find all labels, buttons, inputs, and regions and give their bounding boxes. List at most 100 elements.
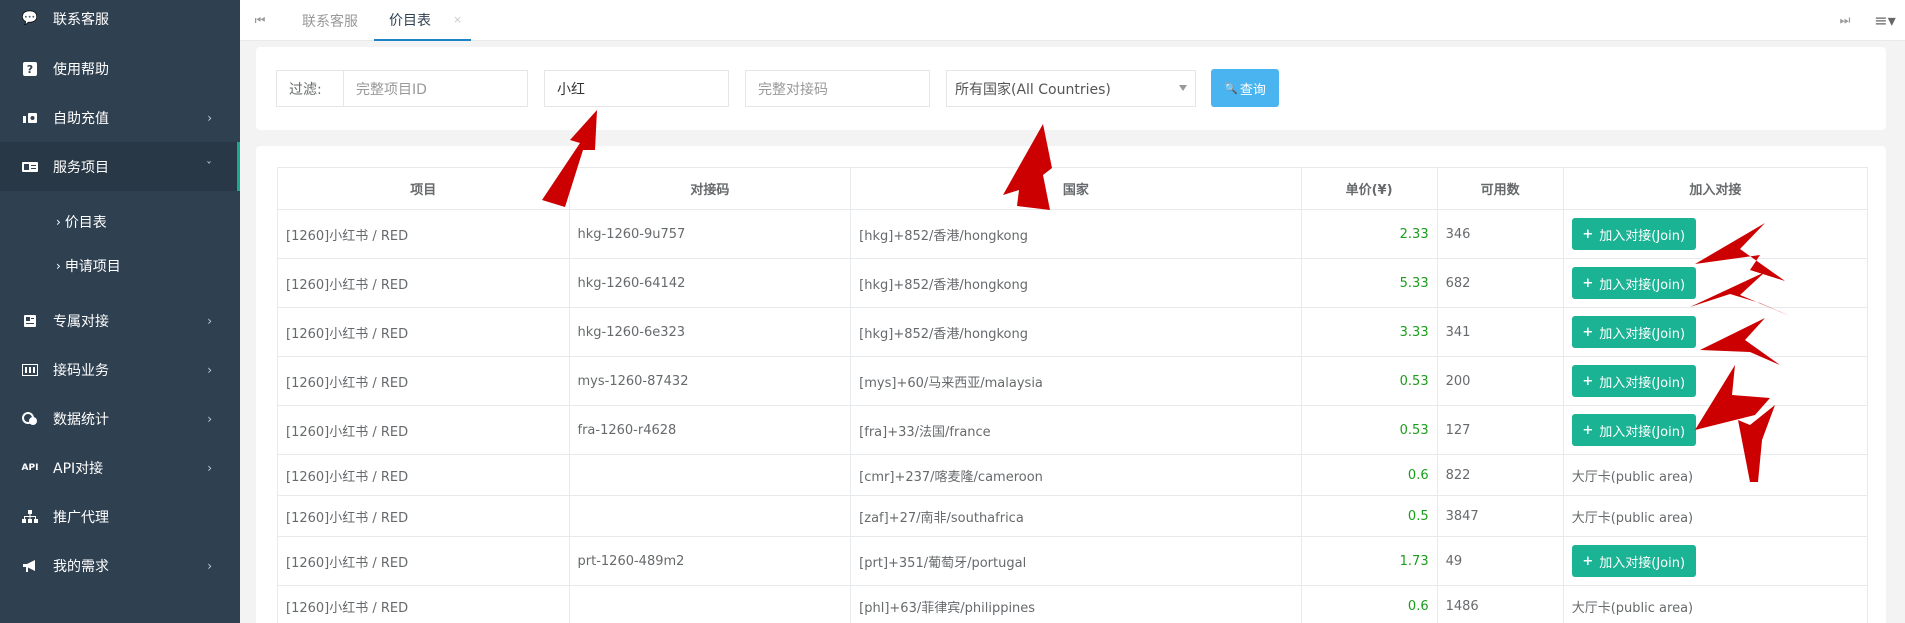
tab-support[interactable]: 联系客服	[302, 0, 358, 41]
join-button[interactable]: + 加入对接(Join)	[1571, 218, 1696, 250]
coins-icon	[20, 411, 40, 426]
menu-icon[interactable]: ≡▾	[1865, 0, 1905, 40]
action-cell: + 加入对接(Join)	[1562, 209, 1869, 259]
project-cell: [1260]小红书 / RED	[277, 356, 570, 406]
join-button[interactable]: + 加入对接(Join)	[1571, 414, 1696, 446]
price-cell: 0.6	[1300, 585, 1438, 623]
plus-icon: +	[1582, 324, 1594, 340]
project-cell: [1260]小红书 / RED	[277, 495, 570, 537]
query-button[interactable]: 🔍 查询	[1211, 69, 1279, 107]
sidebar-item-label: 接码业务	[53, 362, 109, 379]
price-cell: 0.53	[1300, 356, 1438, 406]
country-select-value: 所有国家(All Countries)	[955, 81, 1111, 98]
action-cell: 大厅卡(public area)	[1562, 495, 1869, 537]
tab-pricelist[interactable]: 价目表 ×	[374, 0, 471, 41]
code-cell: mys-1260-87432	[568, 356, 852, 406]
sidebar-item-promotion[interactable]: 推广代理	[0, 492, 240, 541]
project-cell: [1260]小红书 / RED	[277, 454, 570, 496]
available-cell: 341	[1436, 307, 1564, 357]
chevron-right-icon: ›	[207, 411, 212, 426]
question-icon: ?	[20, 61, 40, 76]
plus-icon: +	[1582, 275, 1594, 291]
chevron-right-icon: ›	[56, 259, 61, 273]
join-button[interactable]: + 加入对接(Join)	[1571, 316, 1696, 348]
sidebar-item-requests[interactable]: 我的需求 ›	[0, 541, 240, 590]
project-cell: [1260]小红书 / RED	[277, 585, 570, 623]
sidebar-item-label: 我的需求	[53, 558, 109, 575]
price-cell: 1.73	[1300, 536, 1438, 586]
price-cell: 5.33	[1300, 258, 1438, 308]
sidebar-item-api[interactable]: API API对接 ›	[0, 443, 240, 492]
tab-label: 价目表	[389, 12, 431, 29]
project-cell: [1260]小红书 / RED	[277, 536, 570, 586]
chevron-right-icon: ›	[207, 460, 212, 475]
sidebar-item-exclusive[interactable]: 专属对接 ›	[0, 296, 240, 345]
sidebar-item-help[interactable]: ? 使用帮助	[0, 44, 240, 93]
public-area-label: 大厅卡(public area)	[1571, 600, 1694, 616]
sitemap-icon	[20, 509, 40, 524]
tab-bar: ⏮ 联系客服 价目表 × ⏭ ≡▾	[240, 0, 1905, 41]
code-cell: fra-1260-r4628	[568, 405, 852, 455]
sidebar-item-label: 服务项目	[53, 159, 109, 176]
join-button[interactable]: + 加入对接(Join)	[1571, 267, 1696, 299]
scroll-left-button[interactable]: ⏮	[240, 0, 280, 40]
country-cell: [hkg]+852/香港/hongkong	[850, 307, 1302, 357]
join-button-label: 加入对接(Join)	[1599, 555, 1686, 571]
scroll-right-button[interactable]: ⏭	[1825, 0, 1865, 40]
chevron-right-icon: ›	[207, 558, 212, 573]
country-cell: [mys]+60/马来西亚/malaysia	[850, 356, 1302, 406]
sidebar-item-support[interactable]: 💬 联系客服	[0, 0, 240, 43]
sidebar-item-label: 使用帮助	[53, 61, 109, 78]
sidebar-item-recharge[interactable]: 自助充值 ›	[0, 93, 240, 142]
table-row: [1260]小红书 / RED hkg-1260-9u757 [hkg]+852/香…	[277, 209, 1869, 259]
code-cell	[568, 454, 852, 496]
available-cell: 49	[1436, 536, 1564, 586]
join-button-label: 加入对接(Join)	[1599, 277, 1686, 293]
keyword-input[interactable]: 小红	[544, 70, 729, 107]
available-cell: 3847	[1436, 495, 1564, 537]
code-input[interactable]: 完整对接码	[745, 70, 930, 107]
column-header: 对接码	[568, 167, 852, 210]
join-button[interactable]: + 加入对接(Join)	[1571, 365, 1696, 397]
svg-text:?: ?	[27, 63, 33, 76]
sidebar-item-services[interactable]: 服务项目 ˇ	[0, 142, 240, 191]
chevron-right-icon: ›	[207, 110, 212, 125]
card-icon	[20, 161, 40, 173]
price-cell: 3.33	[1300, 307, 1438, 357]
sidebar-item-sms[interactable]: 接码业务 ›	[0, 345, 240, 394]
sidebar-subitem-label: 申请项目	[64, 259, 121, 275]
join-button-label: 加入对接(Join)	[1599, 375, 1686, 391]
action-cell: + 加入对接(Join)	[1562, 258, 1869, 308]
search-icon: 🔍	[1224, 81, 1238, 95]
country-select[interactable]: 所有国家(All Countries)	[946, 70, 1196, 107]
table-row: [1260]小红书 / RED hkg-1260-6e323 [hkg]+852/香…	[277, 307, 1869, 357]
project-id-input[interactable]: 完整项目ID	[343, 70, 528, 107]
action-cell: + 加入对接(Join)	[1562, 356, 1869, 406]
code-cell: hkg-1260-6e323	[568, 307, 852, 357]
action-cell: + 加入对接(Join)	[1562, 307, 1869, 357]
project-cell: [1260]小红书 / RED	[277, 209, 570, 259]
project-cell: [1260]小红书 / RED	[277, 405, 570, 455]
available-cell: 822	[1436, 454, 1564, 496]
caret-down-icon	[1179, 85, 1187, 91]
price-cell: 0.5	[1300, 495, 1438, 537]
sidebar-item-label: 联系客服	[53, 11, 109, 28]
sidebar-subitem-apply[interactable]: › 申请项目	[56, 251, 121, 281]
sidebar-item-stats[interactable]: 数据统计 ›	[0, 394, 240, 443]
column-header: 单价(¥)	[1300, 167, 1438, 210]
column-header: 国家	[850, 167, 1302, 210]
sidebar: 💬 联系客服 ? 使用帮助 自助充值 › 服务项目 ˇ › 价目表 › 申请项目…	[0, 0, 240, 623]
close-icon[interactable]: ×	[453, 13, 462, 26]
price-cell: 2.33	[1300, 209, 1438, 259]
column-header: 项目	[277, 167, 570, 210]
join-button[interactable]: + 加入对接(Join)	[1571, 545, 1696, 577]
sidebar-subitem-pricelist[interactable]: › 价目表	[56, 207, 107, 237]
plus-icon: +	[1582, 226, 1594, 242]
join-button-label: 加入对接(Join)	[1599, 424, 1686, 440]
table-row: [1260]小红书 / RED fra-1260-r4628 [fra]+33/法国…	[277, 405, 1869, 455]
available-cell: 1486	[1436, 585, 1564, 623]
table-row: [1260]小红书 / RED prt-1260-489m2 [prt]+351/葡…	[277, 536, 1869, 586]
column-header: 加入对接	[1562, 167, 1869, 210]
plus-icon: +	[1582, 422, 1594, 438]
join-button-label: 加入对接(Join)	[1599, 228, 1686, 244]
